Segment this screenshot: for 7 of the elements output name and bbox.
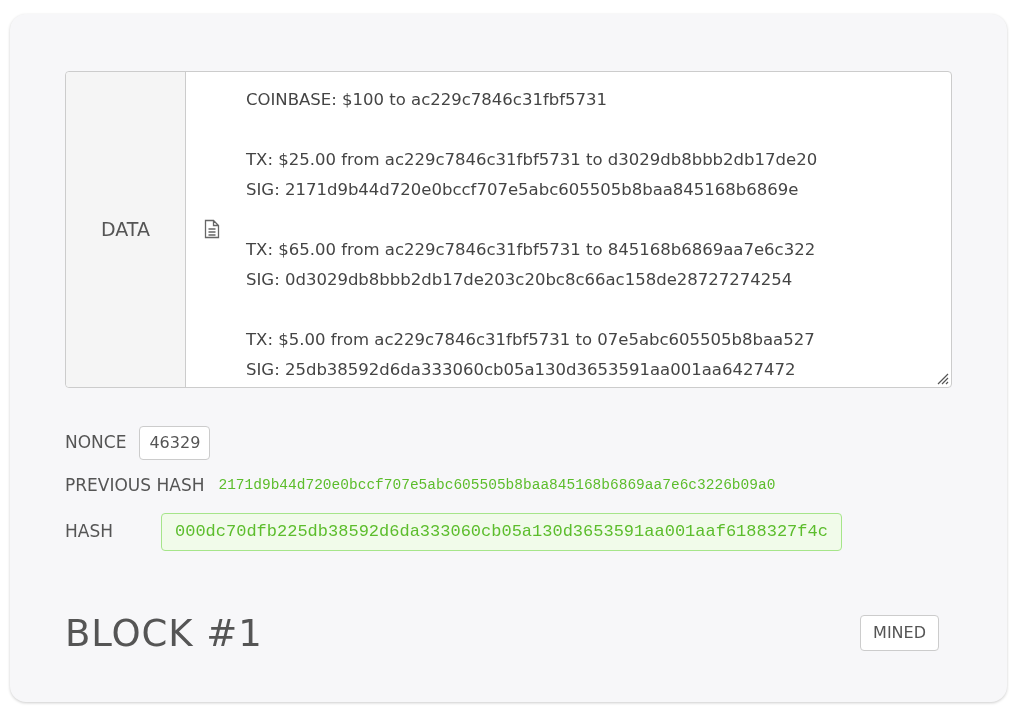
mined-button[interactable]: MINED [860,615,939,652]
field-label: PREVIOUS HASH [65,474,205,497]
block-title: BLOCK #1 [65,610,263,657]
field-label: HASH [65,519,113,543]
field-label: NONCE [65,431,127,455]
previous-hash-value: 2171d9b44d720e0bccf707e5abc605505b8baa845168b6869aa7e6c3226b09a0 [218,475,776,495]
nonce-field[interactable]: 46329 [139,426,211,460]
